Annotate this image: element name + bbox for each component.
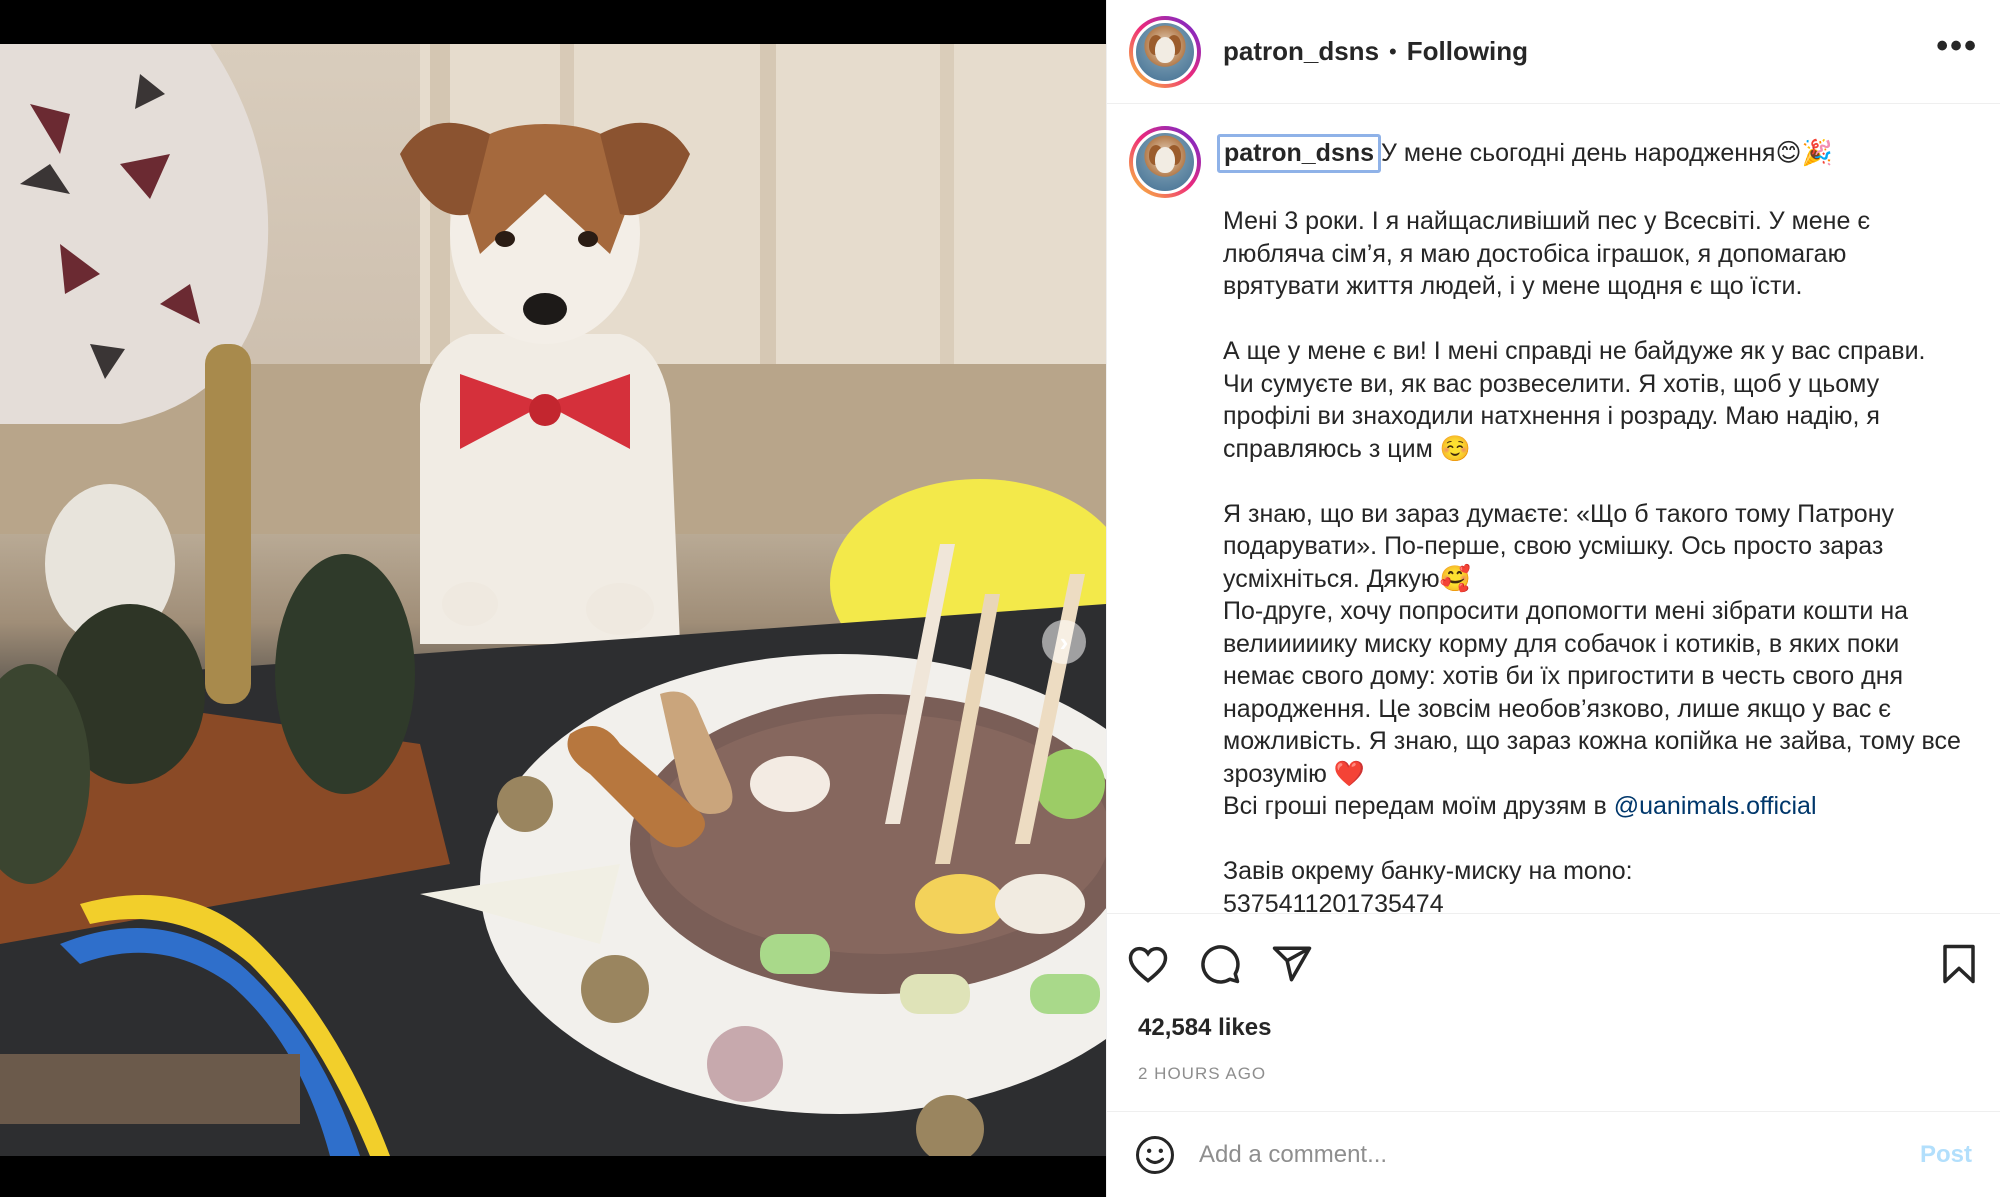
header-separator: •: [1389, 38, 1397, 64]
caption-paragraph-2: А ще у мене є ви! І мені справді не байд…: [1223, 337, 1933, 463]
post-comment-button[interactable]: Post: [1920, 1141, 1972, 1169]
caption-paragraph-4a: Завів окрему банку-миску на mono:: [1223, 857, 1633, 885]
carousel-next-button[interactable]: ›: [1042, 620, 1086, 664]
mention-link[interactable]: @uanimals.official: [1614, 792, 1817, 820]
caption-container[interactable]: patron_dsns У мене сьогодні день народжен…: [1107, 104, 2000, 914]
avatar-image: [1133, 19, 1197, 84]
comment-input[interactable]: [1199, 1140, 1920, 1169]
post-caption: patron_dsns У мене сьогодні день народжен…: [1217, 134, 1968, 914]
author-username[interactable]: patron_dsns: [1223, 36, 1379, 67]
post-timestamp[interactable]: 2 HOURS AGO: [1107, 1042, 2000, 1084]
share-icon[interactable]: [1269, 941, 1315, 987]
comment-composer: Post: [1107, 1111, 2000, 1197]
author-avatar[interactable]: [1129, 15, 1201, 88]
post-header: patron_dsns • Following •••: [1107, 0, 2000, 104]
likes-count[interactable]: 42,584 likes: [1107, 1014, 2000, 1042]
caption-paragraph-3b: По-друге, хочу попросити допомогти мені …: [1223, 597, 1968, 788]
post-sidebar: patron_dsns • Following ••• patron_dsns У…: [1106, 0, 2000, 1197]
bookmark-icon[interactable]: [1936, 941, 1982, 987]
comment-icon[interactable]: [1197, 941, 1243, 987]
caption-first-line: У мене сьогодні день народження😊🎉: [1381, 139, 1833, 167]
caption-avatar[interactable]: [1129, 126, 1201, 198]
action-bar: [1107, 914, 2000, 1014]
following-button[interactable]: Following: [1407, 36, 1528, 67]
more-options-icon[interactable]: •••: [1936, 29, 1978, 75]
caption-paragraph-3c: Всі гроші передам моїм друзям в: [1223, 792, 1614, 820]
like-heart-icon[interactable]: [1125, 941, 1171, 987]
post-photo[interactable]: ›: [0, 44, 1106, 1156]
caption-paragraph-1: Мені 3 роки. І я найщасливіший пес у Все…: [1223, 207, 1878, 300]
emoji-smiley-icon[interactable]: [1135, 1135, 1175, 1175]
birthday-dog-photo: [0, 44, 1106, 1156]
caption-username-link[interactable]: patron_dsns: [1217, 134, 1382, 173]
post-media: ›: [0, 0, 1106, 1197]
avatar-image: [1133, 130, 1197, 194]
caption-card-number: 5375411201735474: [1223, 889, 1444, 914]
caption-paragraph-3a: Я знаю, що ви зараз думаєте: «Що б таког…: [1223, 499, 1901, 593]
